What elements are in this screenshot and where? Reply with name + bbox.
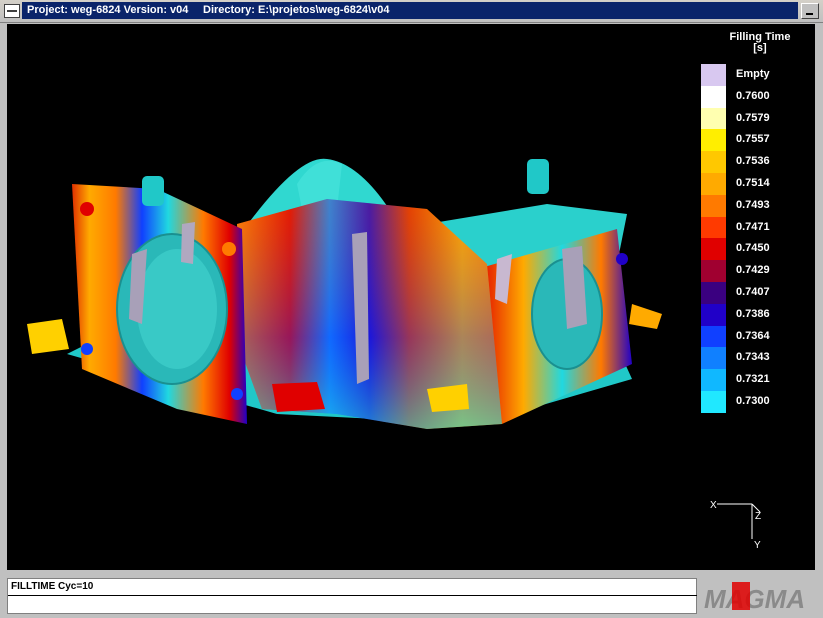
directory-title: Directory: E:\projetos\weg-6824\v04 (203, 4, 390, 16)
legend-label: 0.7514 (736, 176, 770, 189)
legend-label: 0.7300 (736, 394, 770, 407)
status-text: FILLTIME Cyc=10 (8, 579, 697, 596)
simulation-viewport[interactable]: Filling Time [s] Empty 0.7600 0.7579 0.7557… (7, 24, 815, 570)
project-title: Project: weg-6824 Version: v04 (27, 4, 189, 16)
axis-z-label: Z (755, 511, 761, 522)
casting-model (27, 158, 662, 429)
legend-label: 0.7450 (736, 242, 770, 255)
legend-label: 0.7407 (736, 285, 770, 298)
legend-title: Filling Time [s] (705, 32, 815, 54)
legend-swatch (701, 151, 726, 174)
legend-swatch (701, 260, 726, 283)
legend-swatch (701, 303, 726, 326)
minimize-button[interactable] (801, 3, 819, 19)
legend-swatch (701, 238, 726, 261)
legend-swatch (701, 172, 726, 195)
legend-label: 0.7557 (736, 133, 770, 146)
system-menu-icon[interactable] (4, 4, 20, 18)
axis-x-label: X (710, 500, 717, 511)
legend-label: 0.7471 (736, 220, 770, 233)
axis-y-label: Y (754, 540, 761, 551)
legend-label: 0.7579 (736, 111, 770, 124)
legend-swatch (701, 107, 726, 130)
legend-label: 0.7343 (736, 351, 770, 364)
legend-label: 0.7321 (736, 373, 770, 386)
legend-label: 0.7386 (736, 307, 770, 320)
legend-swatch (701, 85, 726, 108)
legend-swatch (701, 281, 726, 304)
legend-swatch (701, 347, 726, 370)
magma-logo: MAGMA (700, 578, 818, 614)
legend-swatch (701, 390, 726, 413)
legend-swatch (701, 369, 726, 392)
legend-swatch (701, 216, 726, 239)
legend-label: 0.7493 (736, 198, 770, 211)
application-window: Project: weg-6824 Version: v04 Directory… (0, 0, 823, 618)
legend-swatch (701, 64, 726, 86)
legend-swatch (701, 325, 726, 348)
legend-label: 0.7429 (736, 264, 770, 277)
legend-swatch (701, 194, 726, 217)
logo-text: MAGMA (704, 584, 805, 614)
legend-title-unit: [s] (753, 42, 767, 54)
legend-swatch (701, 129, 726, 152)
legend-label: 0.7600 (736, 89, 770, 102)
legend-label: 0.7364 (736, 329, 770, 342)
status-bar: FILLTIME Cyc=10 (7, 578, 697, 614)
legend-label: 0.7536 (736, 155, 770, 168)
legend-label: Empty (736, 68, 770, 80)
title-bar[interactable]: Project: weg-6824 Version: v04 Directory… (0, 0, 823, 23)
axis-triad: X Z Y (710, 500, 761, 551)
